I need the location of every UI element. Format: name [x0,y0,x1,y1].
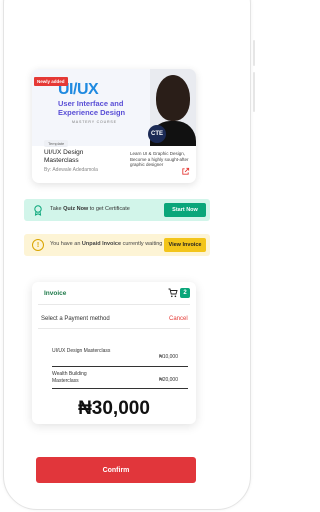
item-name: Wealth Building Masterclass [52,371,87,384]
quiz-banner: Take Quiz Now to get Certificate Start N… [24,199,210,221]
newly-added-ribbon: Newly added [34,77,68,86]
quiz-now-text: Quiz Now [63,206,89,212]
unpaid-invoice-banner: ! You have an Unpaid Invoice currently w… [24,234,210,256]
invoice-item: Wealth Building Masterclass ₦20,000 [52,371,180,384]
cancel-link[interactable]: Cancel [169,316,188,322]
divider [38,304,190,305]
invoice-total: ₦30,000 [78,398,150,419]
course-card[interactable]: UI/UX User Interface and Experience Desi… [32,69,196,183]
cart-icon[interactable] [168,288,178,298]
info-icon: ! [32,239,44,251]
course-description: Learn UI & Graphic Design, Become a high… [130,151,189,167]
divider [38,328,190,329]
banner-subtitle: User Interface and Experience Design [58,99,126,117]
banner-small-text: MASTERY COURSE [72,120,117,124]
start-now-button[interactable]: Start Now [164,203,206,217]
item-price: ₦20,000 [159,377,178,383]
quiz-text: Take Quiz Now to get Certificate [50,206,130,212]
item-price: ₦10,000 [159,354,178,360]
course-badge: CTE [148,125,166,143]
invoice-item: UI/UX Design Masterclass ₦10,000 [52,348,180,360]
item-divider [52,388,188,389]
cart-count-badge: 2 [180,288,190,298]
course-tag: Template [44,140,69,147]
item-name: UI/UX Design Masterclass [52,348,111,354]
side-button [253,40,255,66]
confirm-button[interactable]: Confirm [36,457,196,483]
external-link-icon[interactable] [181,167,190,176]
cart[interactable]: 2 [168,287,192,299]
side-button [253,72,255,112]
course-author: By: Adewale Adedamola [44,167,98,173]
course-name: UI/UX Design Masterclass [44,149,84,164]
payment-method-label: Select a Payment method [41,316,110,322]
invoice-title: Invoice [44,290,67,297]
invoice-card: Invoice 2 Select a Payment method Cancel… [32,282,196,424]
unpaid-invoice-text: Unpaid Invoice [81,241,122,247]
certificate-icon [34,205,42,216]
item-divider [52,366,188,367]
view-invoice-button[interactable]: View Invoice [164,238,206,252]
invoice-notice-text: You have an Unpaid Invoice currently wai… [50,241,163,247]
